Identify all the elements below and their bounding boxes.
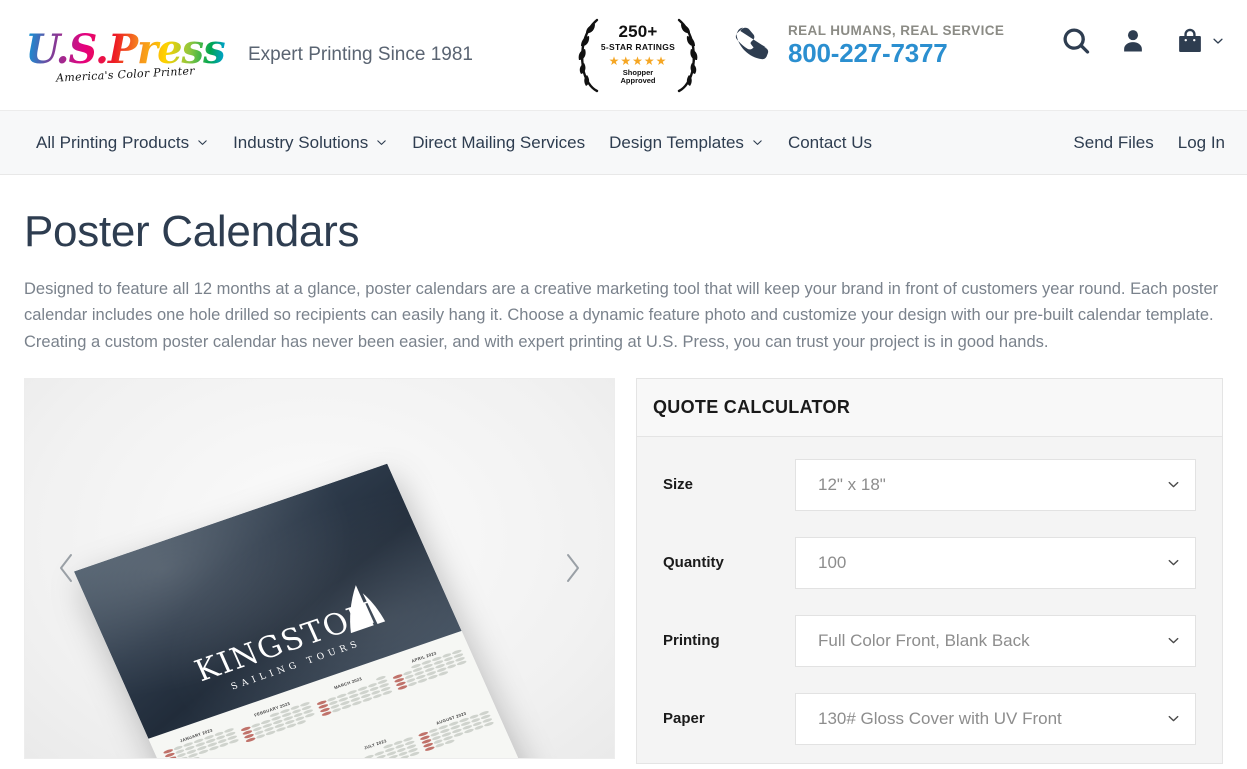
nav-label: Design Templates	[609, 132, 744, 152]
nav-item-design-templates[interactable]: Design Templates	[609, 129, 764, 157]
laurel-left-icon	[578, 18, 599, 93]
badge-rating-count: 250+	[618, 22, 658, 41]
main-content: Poster Calendars Designed to feature all…	[0, 207, 1247, 764]
header-icon-group	[1061, 26, 1225, 56]
shopper-approved-badge: 250+ 5-STAR RATINGS ★★★★★ Shopper Approv…	[575, 10, 701, 98]
quantity-label: Quantity	[663, 554, 724, 572]
logo-wordmark: U.S.Press	[25, 25, 225, 73]
paper-select-value: 130# Gloss Cover with UV Front	[818, 708, 1062, 728]
quote-calculator-title: QUOTE CALCULATOR	[653, 396, 851, 417]
cart-icon[interactable]	[1175, 26, 1205, 56]
gallery-stage: KINGSTON SAILING TOURS JANUARY 2023 FEBRU…	[25, 378, 614, 758]
chevron-down-icon	[1166, 477, 1181, 492]
nav-label: Industry Solutions	[233, 132, 369, 152]
page-description: Designed to feature all 12 months at a g…	[24, 279, 1219, 352]
quote-calculator-body: Size 12" x 18" Quantity 100 Printing Ful…	[637, 437, 1222, 763]
product-image-gallery[interactable]: KINGSTON SAILING TOURS JANUARY 2023 FEBRU…	[24, 377, 615, 759]
nav-utility-items: Send Files Log In	[1073, 129, 1225, 157]
nav-item-all-printing-products[interactable]: All Printing Products	[36, 129, 209, 157]
field-row-paper: Paper 130# Gloss Cover with UV Front	[663, 692, 1196, 745]
gallery-prev-button[interactable]	[47, 548, 87, 588]
search-icon[interactable]	[1061, 26, 1091, 56]
paper-label: Paper	[663, 710, 705, 728]
field-row-quantity: Quantity 100	[663, 536, 1196, 589]
site-logo[interactable]: U.S.Press America's Color Printer	[25, 29, 225, 84]
product-content-row: KINGSTON SAILING TOURS JANUARY 2023 FEBRU…	[24, 377, 1223, 764]
gallery-next-button[interactable]	[552, 548, 592, 588]
badge-rating-subtitle: 5-STAR RATINGS	[600, 42, 676, 52]
printing-select[interactable]: Full Color Front, Blank Back	[795, 614, 1196, 667]
main-navigation: All Printing Products Industry Solutions…	[0, 110, 1247, 175]
chevron-down-icon	[196, 136, 209, 149]
badge-brand: Shopper Approved	[601, 68, 675, 86]
nav-item-send-files[interactable]: Send Files	[1073, 129, 1153, 157]
phone-icon	[735, 27, 769, 60]
chevron-down-icon	[1166, 555, 1181, 570]
nav-label: Log In	[1177, 132, 1225, 152]
paper-select[interactable]: 130# Gloss Cover with UV Front	[795, 692, 1196, 745]
quote-calculator-header: QUOTE CALCULATOR	[637, 378, 1222, 437]
quantity-select[interactable]: 100	[795, 536, 1196, 589]
chevron-down-icon[interactable]	[1211, 34, 1225, 48]
nav-label: Send Files	[1073, 132, 1154, 152]
chevron-down-icon	[1166, 633, 1181, 648]
badge-brand-line2: Approved	[620, 75, 656, 85]
printing-label: Printing	[663, 632, 720, 650]
cart-group[interactable]	[1175, 26, 1225, 56]
field-row-size: Size 12" x 18"	[663, 458, 1196, 511]
printing-select-value: Full Color Front, Blank Back	[818, 630, 1030, 650]
field-row-printing: Printing Full Color Front, Blank Back	[663, 614, 1196, 667]
badge-stars: ★★★★★	[608, 53, 668, 68]
quote-calculator-panel: QUOTE CALCULATOR Size 12" x 18" Quantity	[636, 377, 1223, 764]
quantity-select-value: 100	[818, 552, 847, 572]
size-label: Size	[663, 476, 694, 494]
nav-item-contact-us[interactable]: Contact Us	[788, 129, 872, 157]
phone-block[interactable]: REAL HUMANS, REAL SERVICE 800-227-7377	[730, 22, 1004, 68]
phone-label: REAL HUMANS, REAL SERVICE	[788, 22, 1005, 38]
site-header: U.S.Press America's Color Printer Expert…	[0, 0, 1247, 110]
chevron-down-icon	[1166, 711, 1181, 726]
account-icon[interactable]	[1119, 27, 1147, 55]
nav-label: All Printing Products	[36, 132, 190, 152]
nav-primary-items: All Printing Products Industry Solutions…	[36, 129, 872, 157]
nav-label: Direct Mailing Services	[412, 132, 586, 152]
product-poster-calendar-image: KINGSTON SAILING TOURS JANUARY 2023 FEBRU…	[73, 463, 563, 758]
nav-item-log-in[interactable]: Log In	[1178, 129, 1225, 157]
size-select[interactable]: 12" x 18"	[795, 458, 1196, 511]
laurel-right-icon	[677, 18, 698, 93]
page-title: Poster Calendars	[24, 207, 360, 256]
chevron-down-icon	[751, 136, 764, 149]
size-select-value: 12" x 18"	[818, 474, 886, 494]
nav-item-industry-solutions[interactable]: Industry Solutions	[233, 129, 388, 157]
nav-item-direct-mailing-services[interactable]: Direct Mailing Services	[412, 129, 585, 157]
phone-number[interactable]: 800-227-7377	[788, 39, 1004, 67]
nav-label: Contact Us	[787, 132, 873, 152]
chevron-down-icon	[375, 136, 388, 149]
header-tagline: Expert Printing Since 1981	[248, 44, 473, 65]
